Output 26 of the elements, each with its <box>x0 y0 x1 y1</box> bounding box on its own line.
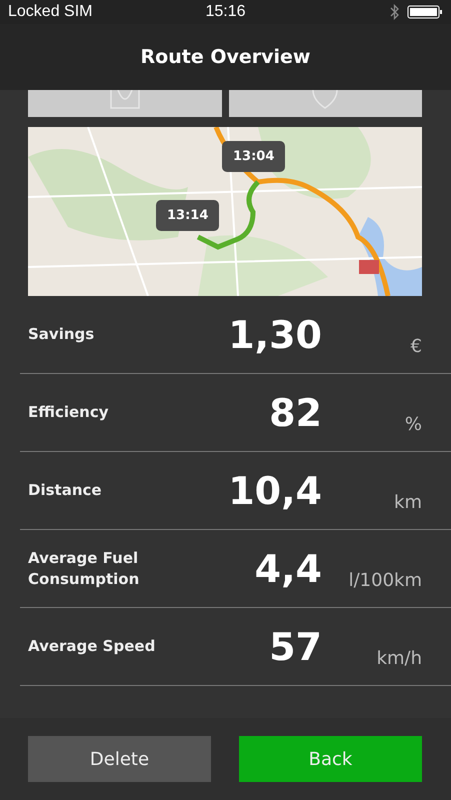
stat-label: Average Fuel Consumption <box>27 548 140 590</box>
battery-icon <box>407 4 443 20</box>
camera-button[interactable] <box>28 90 222 117</box>
stat-value: 1,30 <box>227 312 322 356</box>
stat-unit: km <box>393 492 422 515</box>
stat-value: 10,4 <box>227 468 322 512</box>
stat-label: Efficiency <box>27 402 110 423</box>
stat-label: Distance <box>27 480 103 501</box>
screen-title: Route Overview <box>140 46 310 68</box>
stat-unit: % <box>404 414 422 437</box>
stat-value: 57 <box>268 624 322 668</box>
stat-value: 4,4 <box>254 546 322 590</box>
stat-unit: € <box>410 336 422 359</box>
stat-label: Average Speed <box>27 636 156 657</box>
delete-button[interactable]: Delete <box>28 736 211 782</box>
stat-label: Savings <box>27 324 96 345</box>
bluetooth-icon <box>390 4 399 20</box>
stat-unit: km/h <box>376 648 422 671</box>
shield-button[interactable] <box>228 90 422 117</box>
time-marker: 13:14 <box>156 200 220 231</box>
clock-text: 15:16 <box>205 3 246 21</box>
stat-unit: l/100km <box>348 570 422 593</box>
time-marker: 13:04 <box>222 141 286 172</box>
shield-icon <box>310 90 340 110</box>
stat-value: 82 <box>268 390 322 434</box>
carrier-text: Locked SIM <box>8 3 92 21</box>
